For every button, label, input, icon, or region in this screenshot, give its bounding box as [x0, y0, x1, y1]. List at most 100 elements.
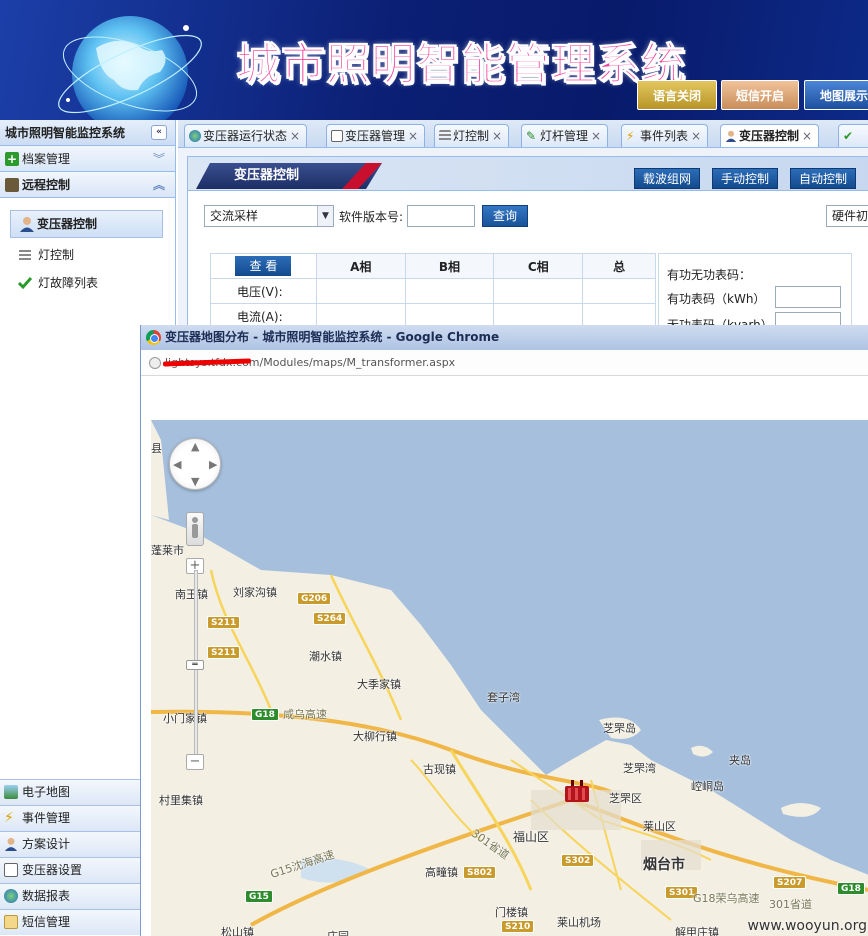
sidebar-item-label: 灯控制 [38, 248, 75, 262]
map-label: 莱山机场 [557, 916, 601, 929]
grid-icon [331, 130, 343, 142]
close-icon[interactable]: × [591, 129, 601, 143]
tab-event-list[interactable]: ⚡ 事件列表 × [621, 124, 709, 147]
mail-icon [4, 915, 18, 929]
road-shield: S207 [773, 876, 807, 889]
sms-toggle-button[interactable]: 短信开启 [721, 80, 799, 110]
active-meter-input[interactable] [775, 286, 841, 308]
check-icon: ✔ [843, 129, 854, 143]
chevron-down-icon[interactable]: ︾ [153, 146, 165, 172]
version-label: 软件版本号: [339, 210, 404, 224]
close-icon[interactable]: × [290, 129, 300, 143]
column-header: 总 [582, 253, 656, 279]
window-title: 变压器地图分布 - 城市照明智能监控系统 - Google Chrome [165, 330, 500, 344]
sidebar-section-archive[interactable]: + 档案管理 ︾ [0, 146, 175, 172]
system-title: 城市照明智能管理系统 [236, 39, 686, 91]
map-label: 烟台市 [643, 857, 685, 873]
check-icon [18, 277, 32, 290]
tab-pole-management[interactable]: ✎ 灯杆管理 × [521, 124, 609, 147]
map-label: 高疃镇 [425, 866, 458, 879]
street-view-pegman-icon[interactable] [186, 512, 204, 546]
window-titlebar: 变压器地图分布 - 城市照明智能监控系统 - Google Chrome [141, 325, 868, 350]
chevron-up-icon[interactable]: ︽ [153, 172, 165, 198]
list-icon [439, 130, 451, 142]
pan-down-icon[interactable]: ▼ [191, 475, 199, 488]
tab-transformer-status[interactable]: 变压器运行状态 × [184, 124, 308, 147]
sidebar-section-label: 短信管理 [22, 915, 71, 929]
pan-left-icon[interactable]: ◀ [173, 458, 181, 471]
sidebar-section-reports[interactable]: 数据报表 [0, 883, 143, 909]
voice-toggle-button[interactable]: 语言关闭 [637, 80, 717, 110]
tab-overflow[interactable]: ✔ [838, 124, 868, 147]
road-name: 301省道 [769, 898, 812, 911]
user-icon [20, 217, 34, 232]
pencil-icon: ✎ [526, 129, 537, 143]
active-meter-label: 有功表码（kWh） [667, 292, 766, 306]
close-icon[interactable]: × [802, 129, 812, 143]
zoom-slider-handle[interactable]: ═ [186, 660, 204, 670]
map-canvas[interactable]: 县 蓬莱市 南王镇 刘家沟镇 潮水镇 大季家镇 小门家镇 大柳行镇 套子湾 芝罘… [151, 420, 868, 936]
close-icon[interactable]: × [492, 129, 502, 143]
sidebar-section-plan-design[interactable]: 方案设计 [0, 831, 143, 857]
map-label: 大柳行镇 [353, 730, 397, 743]
query-button[interactable]: 查询 [482, 205, 529, 227]
collapse-icon[interactable]: « [151, 125, 167, 140]
map-land [151, 420, 868, 936]
map-label: 南王镇 [175, 588, 208, 601]
sidebar-section-remote-control[interactable]: 远程控制 ︽ [0, 172, 175, 198]
map-label: 解甲庄镇 [675, 926, 719, 936]
sidebar-item-label: 灯故障列表 [38, 276, 99, 290]
carrier-network-button[interactable]: 载波组网 [634, 168, 701, 189]
column-header: A相 [315, 253, 406, 279]
column-header: C相 [493, 253, 584, 279]
lightning-icon: ⚡ [4, 810, 14, 826]
panel-titlebar: 变压器控制 载波组网 手动控制 自动控制 [188, 157, 868, 191]
auto-control-button[interactable]: 自动控制 [790, 168, 857, 189]
chrome-popup-window: 变压器地图分布 - 城市照明智能监控系统 - Google Chrome lig… [140, 325, 868, 936]
map-label: 大季家镇 [357, 678, 401, 691]
tab-transformer-management[interactable]: 变压器管理 × [326, 124, 426, 147]
sidebar-section-sms[interactable]: 短信管理 [0, 909, 143, 935]
tab-label: 变压器运行状态 [203, 129, 288, 143]
control-icon [5, 178, 19, 192]
sidebar-item-transformer-control[interactable]: 变压器控制 [10, 210, 163, 238]
hardware-field[interactable]: 硬件初 [826, 205, 868, 227]
table-row: 电压(V): [210, 278, 656, 304]
sidebar-section-transformer-settings[interactable]: 变压器设置 [0, 857, 143, 883]
map-label: 莱山区 [643, 820, 676, 833]
close-icon[interactable]: × [408, 129, 418, 143]
road-shield: S802 [463, 866, 497, 879]
map-display-button[interactable]: 地图展示 [804, 80, 868, 110]
view-button[interactable]: 查 看 [235, 256, 292, 276]
close-icon[interactable]: × [691, 129, 701, 143]
zoom-out-button[interactable]: − [186, 754, 204, 770]
pan-right-icon[interactable]: ▶ [209, 458, 217, 471]
map-label: 芝罘岛 [603, 722, 636, 735]
transformer-marker-icon[interactable] [563, 778, 591, 804]
sampling-select[interactable]: 交流采样 ▼ [204, 205, 334, 227]
sidebar-item-lamp-faults[interactable]: 灯故障列表 [18, 273, 98, 293]
user-icon [725, 130, 737, 142]
manual-control-button[interactable]: 手动控制 [712, 168, 779, 189]
sidebar-section-e-map[interactable]: 电子地图 [0, 779, 143, 805]
tab-strip: 变压器运行状态 × 变压器管理 × 灯控制 × ✎ 灯杆管理 × ⚡ 事件列表 × 变压器… [178, 120, 868, 148]
pan-control[interactable]: ▲ ▼ ◀ ▶ [169, 438, 221, 490]
road-shield: S210 [501, 920, 535, 933]
globe-icon [4, 889, 18, 903]
map-label: 福山区 [513, 830, 550, 844]
sidebar-section-events[interactable]: ⚡ 事件管理 [0, 805, 143, 831]
globe-logo [58, 16, 202, 120]
tab-transformer-control[interactable]: 变压器控制 × [720, 124, 820, 147]
page-icon [149, 357, 161, 369]
version-input[interactable] [407, 205, 475, 227]
panel-title: 变压器控制 [196, 163, 382, 189]
map-label: 刘家沟镇 [233, 586, 277, 599]
address-bar[interactable]: lightsys.tfdx.com/Modules/maps/M_transfo… [141, 350, 868, 376]
main-panel: 变压器控制 载波组网 手动控制 自动控制 交流采样 ▼ 软件版本号: 查询 硬件… [178, 148, 868, 334]
sidebar-item-lamp-control[interactable]: 灯控制 [18, 245, 74, 265]
map-label: 小门家镇 [163, 712, 207, 725]
sidebar-section-label: 方案设计 [22, 837, 71, 851]
pan-up-icon[interactable]: ▲ [191, 440, 199, 453]
sidebar-header: 城市照明智能监控系统 « [0, 120, 175, 146]
tab-lamp-control[interactable]: 灯控制 × [434, 124, 510, 147]
